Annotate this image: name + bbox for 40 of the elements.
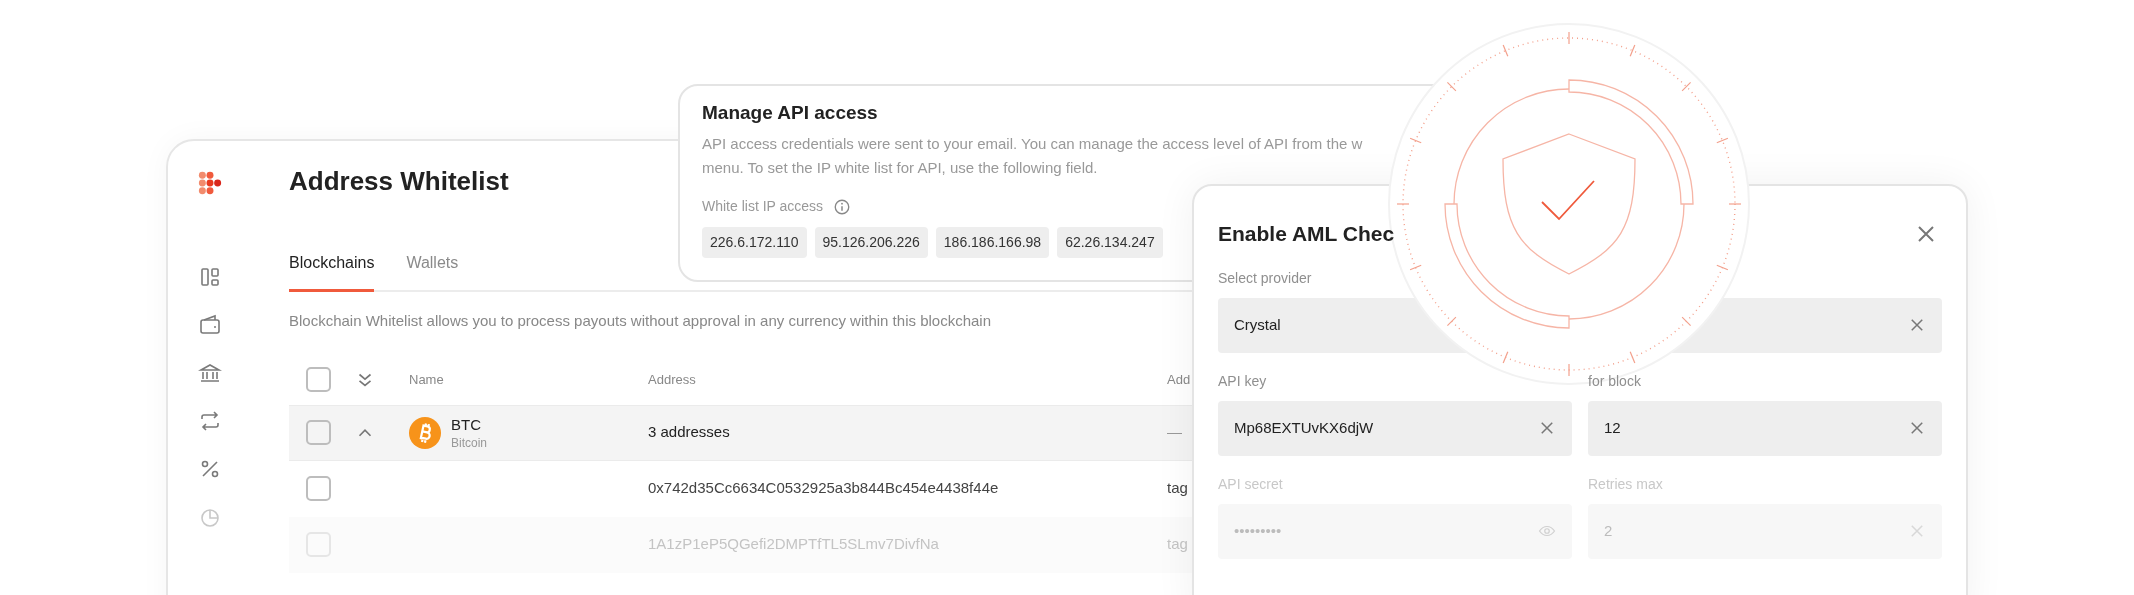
wallet-icon[interactable] xyxy=(198,313,222,337)
field-label: White list IP access xyxy=(702,197,824,216)
field-label: API key xyxy=(1218,371,1267,391)
clear-icon[interactable] xyxy=(1538,419,1556,437)
input-field[interactable]: Mp68EXTUvKX6djW xyxy=(1218,400,1572,456)
swap-arrows-icon[interactable] xyxy=(198,409,222,433)
column-header: Address xyxy=(648,370,696,389)
logo-icon xyxy=(198,171,222,195)
table-cell-text: 0x742d35Cc6634C0532925a3b844Bc454e4438f44e xyxy=(648,478,1000,499)
field-label: for block xyxy=(1588,371,1641,391)
description-line: menu. To set the IP white list for API, use the following field. xyxy=(702,158,1099,178)
table-cell-text: 3 addresses xyxy=(648,422,731,443)
ip-chip: 95.126.206.226 xyxy=(814,227,928,258)
bank-icon[interactable] xyxy=(198,361,222,385)
input-field[interactable]: 12 xyxy=(1588,400,1942,456)
checkbox[interactable] xyxy=(306,476,331,501)
checkbox[interactable] xyxy=(306,367,331,392)
coin-name: Bitcoin xyxy=(451,434,488,451)
tab[interactable]: Wallets xyxy=(406,251,459,292)
coin-symbol: BTC xyxy=(451,414,482,435)
description-text: Blockchain Whitelist allows you to process payouts without approval in any currency within this blockchain xyxy=(289,311,991,331)
modal-title: Enable AML Chec xyxy=(1218,221,1395,247)
dashboard-icon[interactable] xyxy=(198,265,222,289)
bitcoin-icon xyxy=(409,416,441,449)
info-icon[interactable] xyxy=(833,197,852,216)
table-cell-text: tag xyxy=(1167,478,1188,499)
table-cell-text: — xyxy=(1167,422,1182,443)
tab[interactable]: Blockchains xyxy=(289,251,375,292)
clear-icon[interactable] xyxy=(1908,419,1926,437)
clear-icon[interactable] xyxy=(1908,316,1926,334)
column-header: Add xyxy=(1167,370,1191,389)
page-title: Address Whitelist xyxy=(289,165,509,197)
ip-chip: 62.26.134.247 xyxy=(1057,227,1163,258)
checkbox[interactable] xyxy=(306,420,331,445)
ip-chip: 226.6.172.110 xyxy=(702,227,807,258)
ip-chip: 186.186.166.98 xyxy=(935,227,1050,258)
description-line: API access credentials were sent to your email. You can manage the access level of API from the w xyxy=(702,134,1364,154)
field-label: Select provider xyxy=(1218,268,1312,288)
card-title: Manage API access xyxy=(702,101,879,125)
column-header: Name xyxy=(409,370,444,389)
